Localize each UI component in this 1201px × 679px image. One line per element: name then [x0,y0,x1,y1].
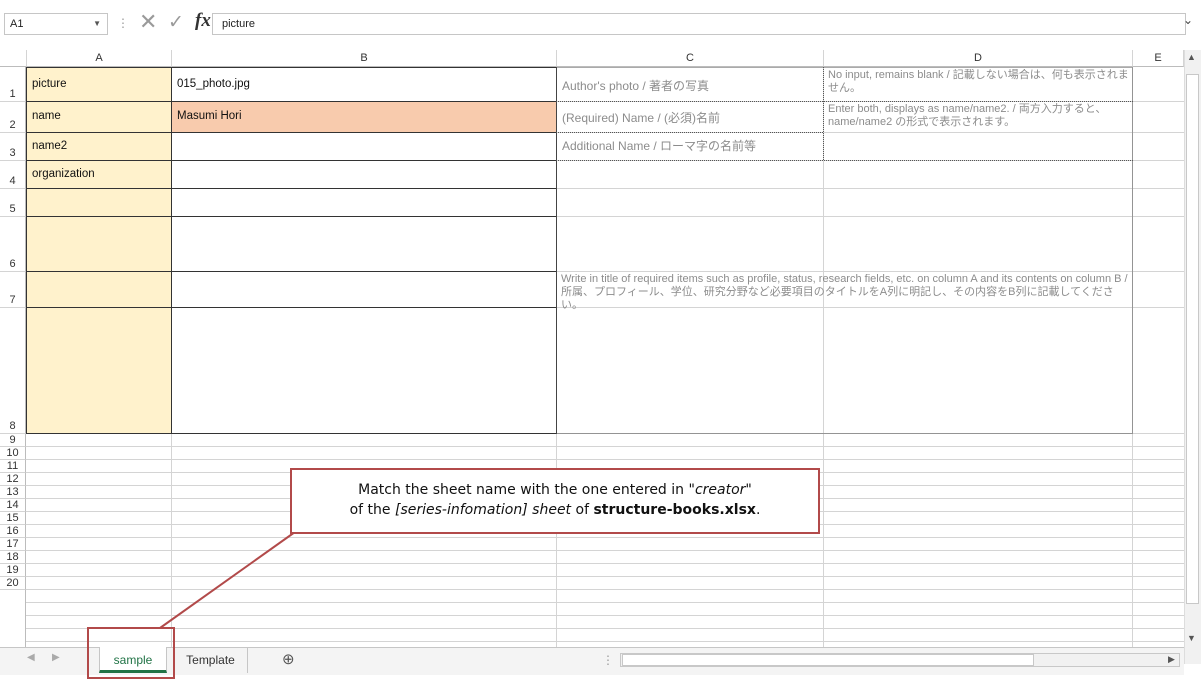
tab-highlight-box [87,627,175,679]
annotation-callout: Match the sheet name with the one entere… [290,468,820,534]
callout-connector [159,531,296,629]
callout-line-1: Match the sheet name with the one entere… [358,482,752,498]
callout-line-2: of the [series-infomation] sheet of stru… [349,502,761,518]
